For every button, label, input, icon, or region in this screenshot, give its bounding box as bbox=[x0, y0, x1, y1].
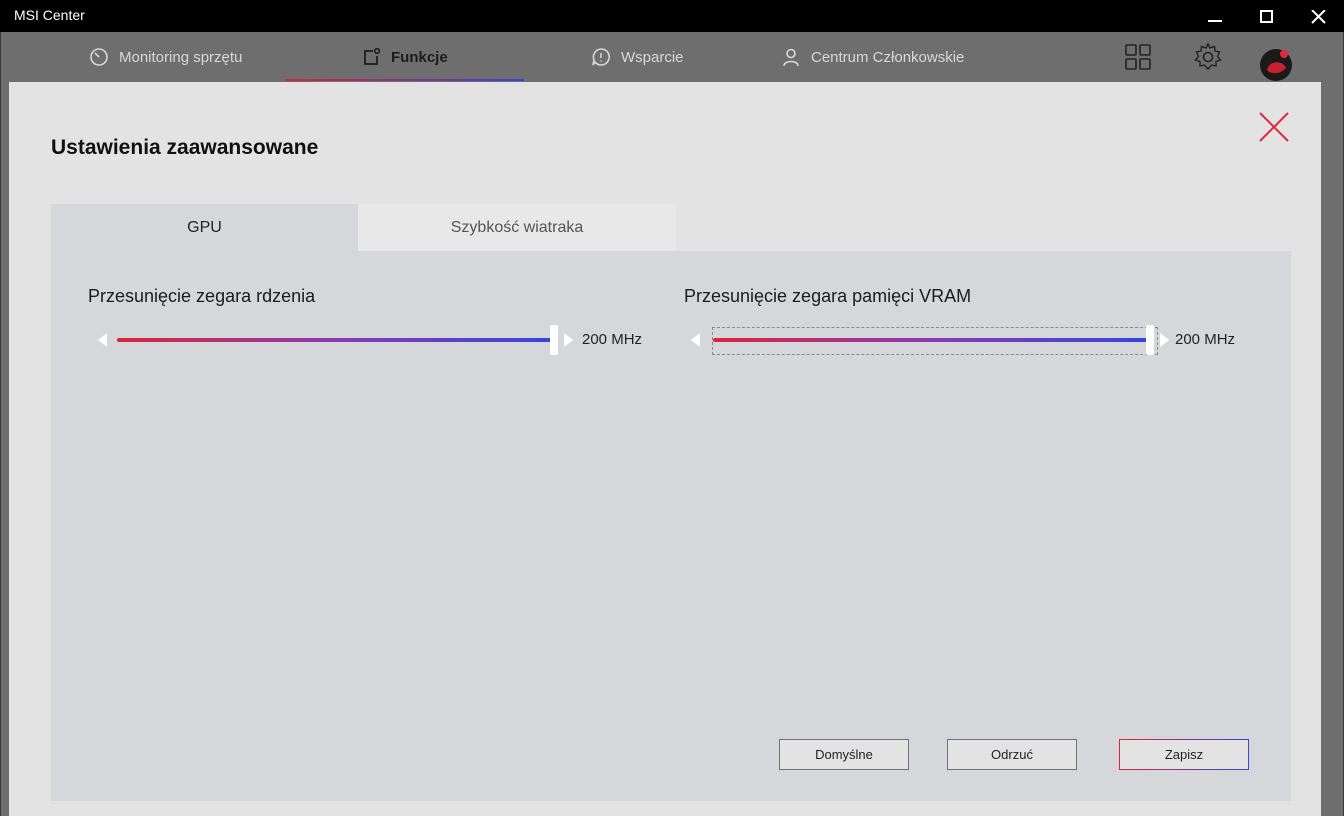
save-button[interactable]: Zapisz bbox=[1119, 739, 1249, 770]
tab-fan-speed[interactable]: Szybkość wiatraka bbox=[358, 204, 676, 251]
window-close-button[interactable] bbox=[1292, 0, 1344, 32]
avatar[interactable] bbox=[1259, 48, 1293, 82]
core-clock-value: 200 MHz bbox=[582, 331, 643, 348]
nav-label: Funkcje bbox=[391, 48, 448, 66]
slider-track bbox=[713, 338, 1147, 342]
increase-arrow-icon[interactable] bbox=[564, 333, 573, 347]
nav-label: Centrum Członkowskie bbox=[811, 48, 965, 66]
core-clock-slider[interactable]: 200 MHz bbox=[98, 325, 658, 355]
maximize-icon bbox=[1260, 10, 1273, 23]
gear-icon bbox=[1194, 42, 1222, 71]
slider-thumb[interactable] bbox=[1146, 325, 1154, 355]
core-clock-label: Przesunięcie zegara rdzenia bbox=[88, 286, 316, 306]
slider-thumb[interactable] bbox=[550, 325, 558, 355]
monitoring-icon bbox=[90, 48, 108, 66]
advanced-settings-dialog: Ustawienia zaawansowane GPU Szybkość wia… bbox=[9, 82, 1321, 816]
slider-track bbox=[117, 338, 555, 342]
discard-button[interactable]: Odrzuć bbox=[947, 739, 1077, 770]
support-icon bbox=[592, 48, 610, 66]
default-button[interactable]: Domyślne bbox=[779, 739, 909, 770]
minimize-button[interactable] bbox=[1189, 0, 1241, 32]
decrease-arrow-icon[interactable] bbox=[98, 333, 107, 347]
member-icon bbox=[783, 48, 799, 67]
vram-clock-slider[interactable]: 200 MHz bbox=[691, 325, 1251, 355]
vram-clock-value: 200 MHz bbox=[1175, 331, 1236, 348]
grid-icon bbox=[1125, 44, 1151, 70]
dialog-tabs: GPU Szybkość wiatraka bbox=[51, 204, 676, 251]
decrease-arrow-icon[interactable] bbox=[691, 333, 700, 347]
features-icon bbox=[364, 47, 381, 65]
nav-label: Monitoring sprzętu bbox=[119, 48, 243, 66]
tab-gpu[interactable]: GPU bbox=[51, 204, 358, 251]
nav-member-center[interactable]: Centrum Członkowskie bbox=[781, 32, 964, 82]
avatar-icon bbox=[1260, 49, 1292, 81]
minimize-icon bbox=[1208, 20, 1222, 22]
apps-grid-button[interactable] bbox=[1123, 42, 1153, 72]
title-bar: MSI Center bbox=[0, 0, 1344, 32]
nav-monitoring[interactable]: Monitoring sprzętu bbox=[89, 32, 242, 82]
window-title: MSI Center bbox=[14, 7, 85, 23]
maximize-button[interactable] bbox=[1241, 0, 1293, 32]
dialog-title: Ustawienia zaawansowane bbox=[51, 136, 319, 159]
dialog-close-button[interactable] bbox=[1257, 110, 1291, 144]
settings-button[interactable] bbox=[1193, 42, 1223, 72]
nav-support[interactable]: Wsparcie bbox=[591, 32, 684, 82]
nav-functions[interactable]: Funkcje bbox=[285, 32, 524, 82]
close-icon bbox=[1311, 10, 1326, 24]
nav-label: Wsparcie bbox=[621, 48, 684, 66]
increase-arrow-icon[interactable] bbox=[1160, 333, 1169, 347]
vram-clock-label: Przesunięcie zegara pamięci VRAM bbox=[684, 286, 972, 306]
gpu-panel: Przesunięcie zegara rdzenia 200 MHz Prze… bbox=[51, 251, 1291, 801]
top-navigation: Monitoring sprzętu Funkcje Wsparcie Cent… bbox=[1, 32, 1343, 82]
close-icon bbox=[1259, 112, 1289, 142]
